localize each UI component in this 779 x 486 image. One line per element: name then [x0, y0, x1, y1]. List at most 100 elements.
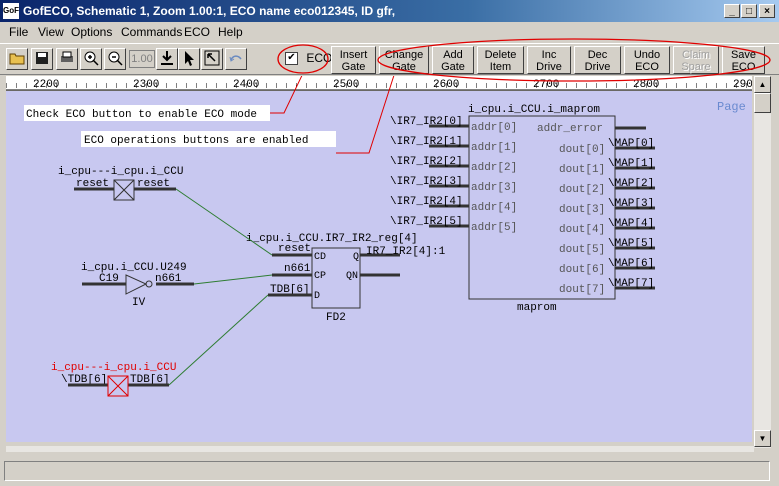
schematic-canvas[interactable]: 2200 2300 2400 2500 2600 2700 2800 290 P…	[6, 66, 753, 442]
flop-net-n661: n661	[284, 263, 311, 275]
ruler-label-2300: 2300	[133, 79, 159, 91]
scroll-up-icon[interactable]: ▲	[754, 76, 771, 93]
flop-pin-q: Q	[353, 252, 359, 263]
ruler-label-2600: 2600	[433, 79, 459, 91]
zoom-level-field[interactable]: 1.00	[129, 50, 155, 68]
add-gate-button[interactable]: Add Gate	[432, 46, 474, 74]
maprom-in-net: \IR7_IR2[4]	[390, 196, 463, 208]
save-eco-line1: Save	[730, 49, 757, 61]
claim-spare-line2: Spare	[681, 61, 711, 73]
maprom-in-net: \IR7_IR2[2]	[390, 156, 463, 168]
inc-drive-button[interactable]: Inc Drive	[527, 46, 571, 74]
annotation-eco-ops: ECO operations buttons are enabled	[84, 135, 308, 147]
claim-spare-line1: Claim	[681, 49, 711, 61]
ruler-label-2700: 2700	[533, 79, 559, 91]
undo-eco-line2: ECO	[635, 61, 659, 73]
maximize-button[interactable]: □	[741, 4, 757, 18]
add-gate-line1: Add	[443, 49, 463, 61]
annotation-check-eco: Check ECO button to enable ECO mode	[26, 109, 257, 121]
maprom-out-net: \MAP[0]	[608, 138, 654, 150]
save-icon[interactable]	[31, 48, 53, 70]
maprom-in-pin-label: addr[4]	[471, 202, 517, 214]
maprom-in-net: \IR7_IR2[3]	[390, 176, 463, 188]
maprom-in-net: \IR7_IR2[1]	[390, 136, 463, 148]
eco-checkbox-box[interactable]: ✔	[285, 52, 298, 66]
status-bar	[4, 461, 770, 481]
maprom-err-pin-label: addr_error	[537, 123, 603, 135]
reset-cell-title: i_cpu---i_cpu.i_CCU	[58, 166, 183, 178]
select-pointer-icon[interactable]	[178, 48, 200, 70]
download-icon[interactable]	[156, 48, 178, 70]
ruler-label-2800: 2800	[633, 79, 659, 91]
save-eco-button[interactable]: Save ECO	[722, 46, 765, 74]
horizontal-scrollbar[interactable]	[6, 446, 754, 452]
flop-type: FD2	[326, 312, 346, 324]
menu-commands[interactable]: Commands	[121, 25, 182, 39]
delete-item-line2: Item	[489, 61, 512, 73]
maprom-in-pin-label: addr[2]	[471, 162, 517, 174]
maprom-out-pin-label: dout[2]	[559, 184, 605, 196]
print-icon[interactable]	[56, 48, 78, 70]
claim-spare-button[interactable]: Claim Spare	[673, 46, 719, 74]
maprom-out-pin-label: dout[1]	[559, 164, 605, 176]
flop-pin-cd: CD	[314, 252, 326, 263]
minimize-button[interactable]: _	[724, 4, 740, 18]
menu-view[interactable]: View	[38, 25, 64, 39]
inc-drive-line2: Drive	[536, 61, 562, 73]
maprom-out-net: \MAP[6]	[608, 258, 654, 270]
flop-pin-cp: CP	[314, 271, 326, 282]
maprom-in-pin-label: addr[0]	[471, 122, 517, 134]
zoom-in-icon[interactable]	[80, 48, 102, 70]
maprom-title: i_cpu.i_CCU.i_maprom	[468, 104, 600, 116]
close-button[interactable]: ×	[759, 4, 775, 18]
open-folder-icon[interactable]	[6, 48, 28, 70]
toolbar: 1.00 ✔ ECO Insert Gate Change Gate Add G…	[0, 43, 779, 75]
flop-pin-d: D	[314, 291, 320, 302]
maprom-out-pin-label: dout[6]	[559, 264, 605, 276]
insert-gate-button[interactable]: Insert Gate	[331, 46, 376, 74]
undo-eco-line1: Undo	[633, 49, 661, 61]
maprom-in-pin-label: addr[1]	[471, 142, 517, 154]
page-label: Page	[717, 100, 746, 114]
flop-pin-qn: QN	[346, 271, 358, 282]
zoom-out-icon[interactable]	[104, 48, 126, 70]
menu-bar: File View Options Commands ECO Help	[0, 22, 779, 42]
dec-drive-button[interactable]: Dec Drive	[574, 46, 621, 74]
menu-options[interactable]: Options	[71, 25, 112, 39]
inc-drive-line1: Inc	[541, 49, 557, 61]
menu-eco[interactable]: ECO	[184, 25, 210, 39]
vertical-scrollbar[interactable]: ▲ ▼	[754, 76, 771, 448]
zoom-fit-icon[interactable]	[201, 48, 223, 70]
insert-gate-line1: Insert	[339, 49, 368, 61]
tdb-cell-title: i_cpu---i_cpu.i_CCU	[51, 362, 176, 374]
delete-item-button[interactable]: Delete Item	[477, 46, 524, 74]
maprom-out-pin-label: dout[7]	[559, 284, 605, 296]
delete-item-line1: Delete	[484, 49, 517, 61]
maprom-in-net: \IR7_IR2[5]	[390, 216, 463, 228]
eco-mode-checkbox[interactable]: ✔ ECO	[285, 51, 332, 66]
save-eco-line2: ECO	[731, 61, 756, 73]
title-bar: GoF GofECO, Schematic 1, Zoom 1.00:1, EC…	[0, 0, 779, 22]
maprom-out-net: \MAP[2]	[608, 178, 654, 190]
maprom-in-pin-label: addr[5]	[471, 222, 517, 234]
menu-file[interactable]: File	[9, 25, 28, 39]
insert-gate-line2: Gate	[341, 61, 366, 73]
window-title: GofECO, Schematic 1, Zoom 1.00:1, ECO na…	[23, 4, 396, 18]
maprom-out-net: \MAP[1]	[608, 158, 654, 170]
undo-eco-button[interactable]: Undo ECO	[624, 46, 670, 74]
maprom-in-net: \IR7_IR2[0]	[390, 116, 463, 128]
undo-curve-icon[interactable]	[225, 48, 247, 70]
maprom-out-pin-label: dout[3]	[559, 204, 605, 216]
scroll-down-icon[interactable]: ▼	[754, 430, 771, 447]
schematic-svg: 2200 2300 2400 2500 2600 2700 2800 290 P…	[6, 66, 753, 442]
maprom-out-pin-label: dout[4]	[559, 224, 605, 236]
scroll-thumb[interactable]	[754, 93, 771, 113]
menu-help[interactable]: Help	[218, 25, 243, 39]
maprom-in-pin-label: addr[3]	[471, 182, 517, 194]
add-gate-line2: Gate	[441, 61, 465, 73]
maprom-type: maprom	[517, 302, 557, 314]
maprom-out-pin-label: dout[0]	[559, 144, 605, 156]
maprom-out-net: \MAP[3]	[608, 198, 654, 210]
change-gate-button[interactable]: Change Gate	[379, 46, 429, 74]
flop-net-reset: reset	[278, 243, 311, 255]
